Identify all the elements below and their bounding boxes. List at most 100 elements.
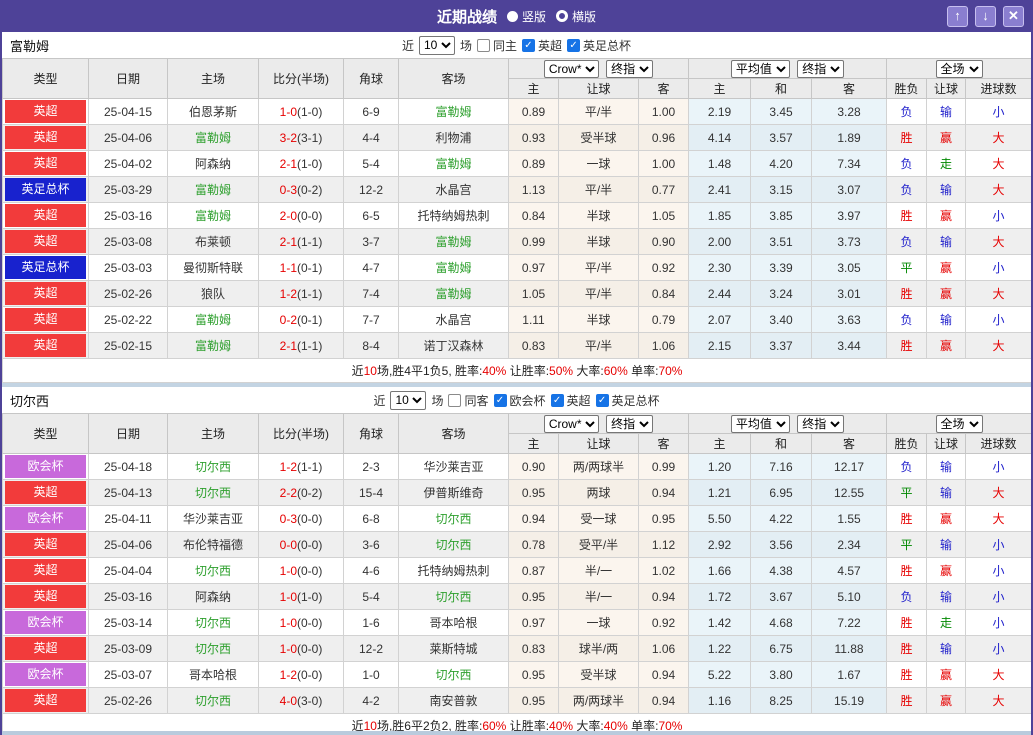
col-avg-draw: 和: [750, 433, 813, 454]
league-checkbox[interactable]: ✓: [567, 38, 581, 52]
same-side-checkbox[interactable]: [448, 393, 462, 407]
odds-source-select[interactable]: Crow*: [543, 414, 599, 433]
final-odds-select-2[interactable]: 终指: [797, 414, 845, 433]
average-odds-select[interactable]: 平均值: [730, 59, 790, 78]
league-type-cell: 英超: [2, 635, 89, 662]
halftime-score: (0-0): [297, 208, 323, 223]
league-badge: 欧会杯: [5, 611, 86, 634]
crow-away-odds: 0.79: [637, 306, 690, 333]
avg-draw-odds: 3.37: [750, 332, 813, 359]
move-up-button[interactable]: ↑: [947, 5, 968, 27]
league-badge: 欧会杯: [5, 455, 86, 478]
move-down-button[interactable]: ↓: [975, 5, 996, 27]
match-date: 25-03-08: [88, 228, 168, 255]
league-toggle[interactable]: ✓ 英超: [550, 392, 591, 409]
crow-home-odds: 0.83: [508, 635, 559, 662]
corners: 4-7: [343, 254, 399, 281]
corners: 3-7: [343, 228, 399, 255]
final-odds-select-2[interactable]: 终指: [797, 59, 845, 78]
crow-handicap: 半球: [558, 228, 639, 255]
avg-home-odds: 1.42: [688, 609, 752, 636]
crow-home-odds: 0.89: [508, 150, 559, 177]
radio-vertical[interactable]: 竖版: [506, 8, 546, 25]
league-checkbox[interactable]: ✓: [493, 393, 507, 407]
same-side-checkbox[interactable]: [476, 38, 490, 52]
league-type-cell: 英足总杯: [2, 254, 89, 281]
score-cell: 0-3(0-0): [258, 505, 344, 532]
recent-count-select[interactable]: 10: [418, 35, 455, 55]
league-checkbox[interactable]: ✓: [550, 393, 564, 407]
result-handicap: 赢: [926, 557, 967, 584]
corners: 12-2: [343, 176, 399, 203]
result-goals: 大: [965, 176, 1031, 203]
match-date: 25-04-06: [88, 531, 168, 558]
recent-count-select[interactable]: 10: [390, 390, 427, 410]
col-crow-home: 主: [508, 433, 559, 454]
home-team: 切尔西: [167, 609, 259, 636]
result-wdl: 胜: [886, 661, 928, 688]
avg-draw-odds: 3.67: [750, 583, 813, 610]
avg-away-odds: 4.57: [811, 557, 888, 584]
league-toggle[interactable]: ✓ 欧会杯: [493, 392, 546, 409]
average-odds-select[interactable]: 平均值: [730, 414, 790, 433]
crow-handicap: 两球: [558, 479, 639, 506]
col-result-handicap: 让球: [926, 433, 967, 454]
match-date: 25-04-11: [88, 505, 168, 532]
league-toggle[interactable]: ✓ 英超: [522, 37, 562, 54]
away-team: 哥本哈根: [398, 609, 509, 636]
match-row: 英超 25-04-02 阿森纳 2-1(1-0) 5-4 富勒姆 0.89 一球 1.00 1.4…: [2, 150, 1031, 177]
fulltime-score: 3-2: [279, 130, 297, 145]
same-side-toggle[interactable]: 同客: [448, 392, 489, 409]
full-match-select[interactable]: 全场: [935, 414, 983, 433]
avg-away-odds: 3.63: [811, 306, 888, 333]
avg-away-odds: 3.73: [811, 228, 888, 255]
fulltime-score: 1-0: [279, 589, 297, 604]
final-odds-select[interactable]: 终指: [606, 59, 654, 78]
league-type-cell: 英超: [2, 583, 89, 610]
league-type-cell: 英超: [2, 202, 89, 229]
result-handicap: 赢: [926, 332, 967, 359]
final-odds-select[interactable]: 终指: [606, 414, 654, 433]
close-button[interactable]: ✕: [1003, 5, 1024, 27]
league-toggle[interactable]: ✓ 英足总杯: [567, 37, 631, 54]
home-team: 富勒姆: [167, 124, 259, 151]
crow-away-odds: 1.05: [637, 202, 690, 229]
league-badge: 英超: [5, 100, 86, 123]
corners: 8-4: [343, 332, 399, 359]
league-label: 欧会杯: [509, 393, 546, 408]
score-cell: 1-2(1-1): [258, 280, 344, 307]
radio-horizontal[interactable]: 横版: [556, 8, 596, 25]
match-date: 25-03-07: [88, 661, 168, 688]
league-type-cell: 欧会杯: [2, 505, 89, 532]
halftime-score: (1-0): [297, 104, 323, 119]
away-team: 水晶宫: [398, 176, 509, 203]
halftime-score: (0-0): [297, 511, 323, 526]
titlebar: 近期战绩 竖版 横版 ↑ ↓ ✕: [2, 0, 1031, 32]
league-label: 英超: [538, 38, 563, 53]
league-badge: 英超: [5, 282, 86, 305]
result-handicap: 输: [926, 583, 967, 610]
same-side-toggle[interactable]: 同主: [476, 37, 517, 54]
league-type-cell: 欧会杯: [2, 661, 89, 688]
fulltime-score: 1-2: [279, 667, 297, 682]
match-date: 25-03-16: [88, 202, 168, 229]
avg-draw-odds: 7.16: [750, 453, 813, 480]
col-home: 主场: [167, 58, 259, 99]
avg-home-odds: 1.48: [688, 150, 752, 177]
avg-draw-odds: 8.25: [750, 687, 813, 714]
crow-home-odds: 0.90: [508, 453, 559, 480]
league-checkbox[interactable]: ✓: [522, 38, 535, 52]
league-toggle[interactable]: ✓ 英足总杯: [595, 392, 660, 409]
odds-source-select[interactable]: Crow*: [543, 59, 599, 78]
full-match-select[interactable]: 全场: [935, 59, 983, 78]
result-handicap: 输: [926, 635, 967, 662]
crow-handicap: 平/半: [558, 332, 639, 359]
result-goals: 小: [965, 98, 1031, 125]
avg-home-odds: 2.15: [688, 332, 752, 359]
league-checkbox[interactable]: ✓: [595, 393, 609, 407]
summary-segment: 50%: [549, 364, 574, 378]
match-row: 英超 25-02-26 狼队 1-2(1-1) 7-4 富勒姆 1.05 平/半 0.84 2.4…: [2, 280, 1031, 307]
match-date: 25-04-06: [88, 124, 168, 151]
fulltime-score: 1-0: [279, 563, 297, 578]
avg-away-odds: 3.97: [811, 202, 888, 229]
